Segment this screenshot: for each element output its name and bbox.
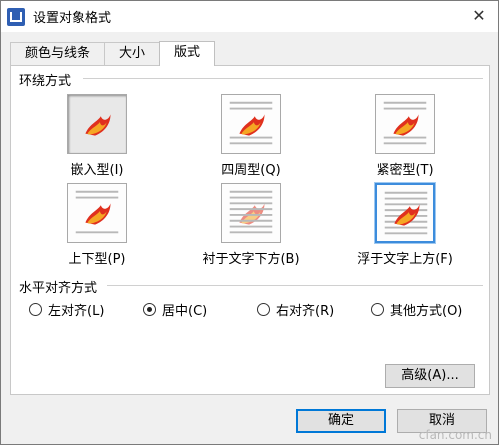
wrap-in-front-of-text[interactable]: 浮于文字上方(F) (340, 183, 470, 267)
flame-picture-icon (229, 101, 273, 145)
wrap-behind-text-preview (221, 183, 281, 243)
dialog-title: 设置对象格式 (33, 11, 112, 26)
flame-picture-icon (229, 190, 273, 234)
wrap-top-bottom-label: 上下型(P) (68, 252, 126, 267)
wrap-behind-text[interactable]: 衬于文字下方(B) (186, 183, 316, 267)
advanced-button[interactable]: 高级(A)... (385, 364, 475, 388)
tab-layout[interactable]: 版式 (159, 41, 216, 66)
tab-size[interactable]: 大小 (104, 42, 161, 65)
wrap-tight-label: 紧密型(T) (376, 163, 434, 178)
title-bar: 设置对象格式 ✕ (1, 1, 498, 32)
radio-right-align-circle[interactable] (257, 303, 270, 316)
flame-picture-icon (383, 101, 427, 145)
wrap-square[interactable]: 四周型(Q) (186, 94, 316, 178)
wrap-behind-text-label: 衬于文字下方(B) (202, 252, 300, 267)
radio-right-align[interactable]: 右对齐(R) (257, 300, 334, 319)
wrap-tight[interactable]: 紧密型(T) (340, 94, 470, 178)
wrapping-group-title: 环绕方式 (19, 70, 78, 89)
wrap-inline[interactable]: 嵌入型(I) (32, 94, 162, 178)
close-icon[interactable]: ✕ (470, 7, 488, 25)
format-object-dialog: 设置对象格式 ✕ 颜色与线条 大小 版式 环绕方式 嵌入型(I) 四周型(Q) … (0, 0, 499, 445)
wrap-square-label: 四周型(Q) (221, 163, 281, 178)
flame-picture-icon (75, 190, 119, 234)
radio-other-align[interactable]: 其他方式(O) (371, 300, 462, 319)
wrap-top-bottom-preview (67, 183, 127, 243)
radio-center-align-label: 居中(C) (162, 304, 208, 319)
radio-left-align-circle[interactable] (29, 303, 42, 316)
radio-left-align[interactable]: 左对齐(L) (29, 300, 104, 319)
alignment-group-divider (107, 285, 483, 286)
radio-left-align-label: 左对齐(L) (48, 304, 105, 319)
flame-picture-icon (85, 114, 111, 136)
ok-button[interactable]: 确定 (296, 409, 386, 433)
wrap-square-preview (221, 94, 281, 154)
wrap-inline-label: 嵌入型(I) (70, 163, 124, 178)
radio-center-align[interactable]: 居中(C) (143, 300, 207, 319)
tab-color-and-lines[interactable]: 颜色与线条 (10, 42, 106, 65)
wrapping-group-divider (83, 78, 483, 79)
radio-other-align-label: 其他方式(O) (390, 304, 463, 319)
radio-center-align-circle[interactable] (143, 303, 156, 316)
wrap-tight-preview (375, 94, 435, 154)
flame-picture-icon (384, 191, 428, 235)
radio-other-align-circle[interactable] (371, 303, 384, 316)
tab-strip: 颜色与线条 大小 版式 (10, 41, 216, 66)
alignment-group-title: 水平对齐方式 (19, 277, 104, 296)
wrap-in-front-of-text-label: 浮于文字上方(F) (357, 252, 453, 267)
wrap-inline-preview (67, 94, 127, 154)
radio-right-align-label: 右对齐(R) (276, 304, 335, 319)
wps-writer-icon (7, 7, 25, 26)
cancel-button[interactable]: 取消 (397, 409, 487, 433)
layout-panel: 环绕方式 嵌入型(I) 四周型(Q) 紧密型(T) 上下型(P) 衬于文字下方(… (10, 65, 490, 395)
wrap-in-front-of-text-preview (375, 183, 435, 243)
wrap-top-bottom[interactable]: 上下型(P) (32, 183, 162, 267)
